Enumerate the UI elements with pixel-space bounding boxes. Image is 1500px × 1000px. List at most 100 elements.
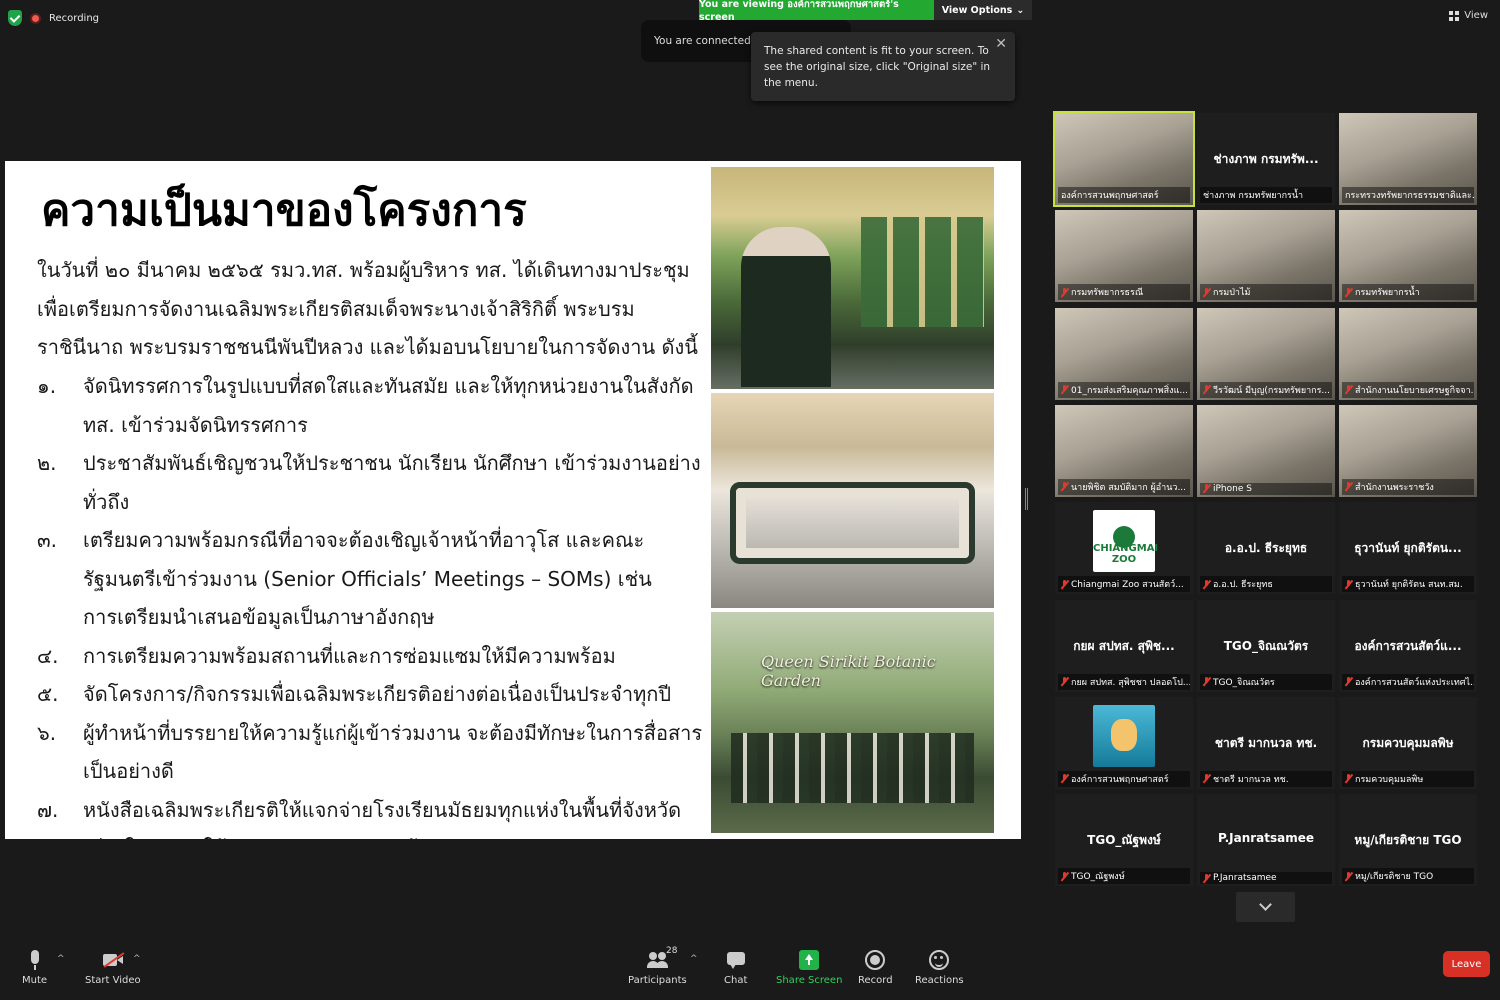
list-item-number: ๓. [37,528,58,552]
participant-name: องค์การสวนพฤกษศาสตร์ [1071,774,1169,785]
participant-tile[interactable]: ธุวานันท์ ยุกติรัตน... ธุวานันท์ ยุกติรัต… [1339,502,1477,595]
participant-display-name: TGO_ณัฐพงษ์ [1087,833,1161,848]
participant-display-name: องค์การสวนสัตว์แ... [1354,638,1462,653]
participant-tile[interactable]: นายพิชิต สมบัติมาก ผู้อำนว... [1055,404,1193,497]
participant-tile[interactable]: CHIANGMAI ZOO Chiangmai Zoo สวนสัตว์... [1055,502,1193,595]
view-options-label: View Options [941,4,1013,16]
list-item-text: ประชาสัมพันธ์เชิญชวนให้ประชาชน นักเรียน … [83,451,701,514]
participant-name: องค์การสวนสัตว์แห่งประเทศไ... [1355,677,1474,688]
participant-caption: องค์การสวนสัตว์แห่งประเทศไ... [1342,673,1474,690]
participant-tile[interactable]: TGO_จิณณวัตร TGO_จิณณวัตร [1197,599,1335,692]
close-icon[interactable]: ✕ [995,36,1007,52]
muted-mic-icon [1061,677,1068,686]
muted-mic-icon [1345,871,1352,881]
participants-button[interactable]: Participants [628,950,687,986]
participant-display-name: กรมควบคุมมลพิษ [1362,735,1454,750]
participant-tile[interactable]: กรมทรัพยากรธรณี [1055,210,1193,303]
participant-tile[interactable]: ช่างภาพ กรมทรัพ... ช่างภาพ กรมทรัพยากรน้ำ [1197,113,1335,205]
participant-tile[interactable]: iPhone S [1197,404,1335,497]
participant-tile[interactable]: กยผ สปทส. สุพิช... กยผ สปทส. สุพิชชา ปลอด… [1055,599,1193,692]
reactions-label: Reactions [915,975,964,986]
participant-name: วีรวัฒน์ มีบุญ(กรมทรัพยากร... [1213,385,1331,396]
slide-list-item: ๑. จัดนิทรรศการในรูปแบบที่สดใสและทันสมัย … [37,367,707,444]
participant-caption: วีรวัฒน์ มีบุญ(กรมทรัพยากร... [1200,381,1332,398]
muted-mic-icon [1203,579,1210,589]
participants-caret-icon[interactable]: ^ [690,954,698,964]
participant-tile[interactable]: กระทรวงทรัพยากรธรรมชาติและ... [1339,113,1477,205]
participant-name: ชาตรี มากนวล ทช. [1213,774,1289,785]
participant-caption: ธุวานันท์ ยุกติรัตน สนท.สม. [1342,576,1474,593]
muted-mic-icon [1061,579,1068,589]
muted-mic-icon [1345,774,1352,783]
participant-display-name: TGO_จิณณวัตร [1223,638,1309,653]
recording-indicator[interactable]: Recording [8,10,99,26]
participant-tile[interactable]: อ.อ.ป. ธีระยุทธ อ.อ.ป. ธีระยุทธ [1197,502,1335,595]
muted-mic-icon [1203,484,1210,493]
participant-name: 01_กรมส่งเสริมคุณภาพสิ่งแ... [1071,385,1188,396]
slide-list-item: ๓. เตรียมความพร้อมกรณีที่อาจจะต้องเชิญเจ้… [37,521,707,637]
reactions-button[interactable]: Reactions [915,950,964,986]
zoo-logo-icon: CHIANGMAI ZOO [1093,510,1158,573]
participant-display-name: ชาตรี มากนวล ทช. [1214,735,1318,750]
participant-caption: Chiangmai Zoo สวนสัตว์... [1058,576,1190,593]
participant-display-name: P.Janratsamee [1217,831,1315,846]
participant-tile[interactable]: หมู/เกียรติชาย TGO หมู/เกียรติชาย TGO [1339,794,1477,887]
participant-tile[interactable]: TGO_ณัฐพงษ์ TGO_ณัฐพงษ์ [1055,794,1193,887]
recording-label: Recording [49,12,100,24]
muted-mic-icon [1203,774,1210,783]
participant-tile[interactable]: สำนักงานนโยบายเศรษฐกิจจา... [1339,307,1477,400]
participant-name: P.Janratsamee [1213,873,1277,884]
participant-caption: องค์การสวนพฤกษศาสตร์ [1058,770,1190,787]
share-screen-button[interactable]: Share Screen [776,950,842,986]
shield-icon[interactable] [8,10,22,26]
participant-tile[interactable]: กรมควบคุมมลพิษ กรมควบคุมมลพิษ [1339,696,1477,789]
splitter-handle[interactable] [1025,488,1028,510]
list-item-text: การเตรียมความพร้อมสถานที่และการซ่อมแซมให… [83,643,616,668]
list-item-text: เตรียมความพร้อมกรณีที่อาจจะต้องเชิญเจ้าห… [83,528,652,629]
muted-mic-icon [1345,287,1352,297]
view-options-button[interactable]: View Options ⌄ [934,0,1032,20]
participant-caption: องค์การสวนพฤกษศาสตร์ [1058,187,1190,203]
shared-screen-slide: ความเป็นมาของโครงการ ในวันที่ ๒๐ มีนาคม … [5,161,1021,839]
participant-tile[interactable]: ชาตรี มากนวล ทช. ชาตรี มากนวล ทช. [1197,696,1335,789]
participant-tile[interactable]: กรมทรัพยากรน้ำ [1339,210,1477,303]
mute-button[interactable]: Mute [22,950,47,986]
participant-tile[interactable]: วีรวัฒน์ มีบุญ(กรมทรัพยากร... [1197,307,1335,400]
participant-tile[interactable]: กรมป่าไม้ [1197,210,1335,303]
viewing-banner: You are viewing องค์การสวนพฤกษศาสตร์'s s… [699,0,934,23]
record-button[interactable]: Record [858,950,893,986]
chat-button[interactable]: Chat [724,950,747,986]
participants-icon [647,950,667,970]
participant-display-name: กยผ สปทส. สุพิช... [1073,638,1175,653]
audio-options-caret-icon[interactable]: ^ [57,954,65,964]
participant-count: 28 [666,946,678,956]
participant-caption: กยผ สปทส. สุพิชชา ปลอดโป... [1058,673,1190,690]
participant-tile[interactable]: องค์การสวนพฤกษศาสตร์ [1053,111,1195,207]
smiley-icon [929,950,950,970]
fit-screen-tooltip: The shared content is fit to your screen… [751,32,1015,101]
share-screen-label: Share Screen [776,975,843,986]
list-item-number: ๑. [37,374,57,398]
participant-tile[interactable]: องค์การสวนสัตว์แ... องค์การสวนสัตว์แห่งปร… [1339,599,1477,692]
meeting-room-photo [711,393,994,608]
participant-tile[interactable]: 01_กรมส่งเสริมคุณภาพสิ่งแ... [1055,307,1193,400]
gallery-scroll-down-button[interactable] [1236,892,1295,922]
list-item-number: ๗. [37,797,59,822]
video-options-caret-icon[interactable]: ^ [133,954,141,964]
participant-name: หมู/เกียรติชาย TGO [1355,872,1434,883]
leave-button[interactable]: Leave [1443,951,1490,977]
participant-caption: ชาตรี มากนวล ทช. [1200,770,1332,787]
view-button[interactable]: View [1449,10,1488,21]
participant-tile[interactable]: P.Janratsamee P.Janratsamee [1197,794,1335,887]
muted-mic-icon [1345,385,1352,394]
muted-mic-icon [1061,774,1068,783]
participant-tile[interactable]: สำนักงานพระราชวัง [1339,404,1477,497]
participant-tile[interactable]: องค์การสวนพฤกษศาสตร์ [1055,696,1193,789]
participant-name: TGO_ณัฐพงษ์ [1071,872,1125,883]
participant-caption: สำนักงานนโยบายเศรษฐกิจจา... [1342,381,1474,398]
slide-list-item: ๗. หนังสือเฉลิมพระเกียรติให้แจกจ่ายโรงเรี… [37,791,707,840]
muted-mic-icon [1061,482,1068,491]
muted-mic-icon [1203,287,1210,297]
mute-label: Mute [22,975,48,986]
slide-list-item: ๒. ประชาสัมพันธ์เชิญชวนให้ประชาชน นักเรีย… [37,444,707,521]
